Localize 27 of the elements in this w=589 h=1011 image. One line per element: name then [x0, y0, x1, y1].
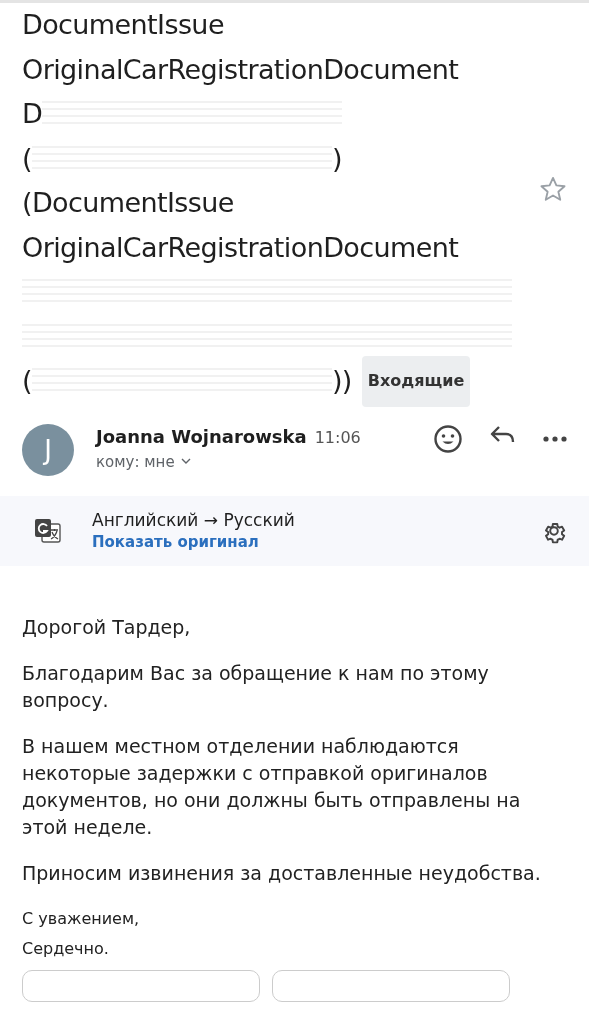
- subject-line: DocumentIssue: [22, 8, 225, 42]
- signature-line: С уважением,: [22, 907, 141, 930]
- chevron-down-icon[interactable]: [180, 458, 191, 465]
- message-paragraph: Благодарим Вас за обращение к нам по этому вопросу.: [22, 660, 490, 713]
- subject-fragment: ): [331, 141, 342, 176]
- translate-icon: [34, 517, 62, 544]
- time: 11:06: [314, 427, 361, 447]
- subject-line: OriginalCarRegistrationDocument: [22, 230, 460, 265]
- translation-languages: Английский → Русский: [92, 510, 296, 530]
- subject-fragment: (: [22, 141, 32, 176]
- recipient: кому: мне: [96, 452, 175, 471]
- more-icon[interactable]: [543, 435, 567, 442]
- sender-name: Joanna Wojnarowska: [96, 425, 307, 447]
- smiley-icon[interactable]: [433, 423, 463, 454]
- message-paragraph: Дорогой Тардер,: [22, 614, 192, 640]
- star-icon[interactable]: [539, 175, 567, 203]
- inbox-label[interactable]: Входящие: [361, 356, 471, 407]
- subject-fragment: D: [22, 97, 43, 131]
- message-paragraph: Приносим извинения за доставленные неудобства.: [22, 860, 542, 886]
- subject-line: OriginalCarRegistrationDocument: [22, 52, 460, 87]
- signature-line: Сердечно.: [22, 937, 110, 960]
- subject-fragment: )): [331, 364, 352, 398]
- message-paragraph: В нашем местном отделении наблюдаются некоторые задержки с отправкой оригиналов документов, но они должны быть отправлены на этой неделе.: [22, 733, 522, 840]
- subject-fragment: (: [22, 364, 32, 398]
- avatar: J: [22, 423, 74, 476]
- subject-line: (DocumentIssue: [22, 186, 235, 220]
- show-original-link[interactable]: Показать оригинал: [92, 533, 541, 551]
